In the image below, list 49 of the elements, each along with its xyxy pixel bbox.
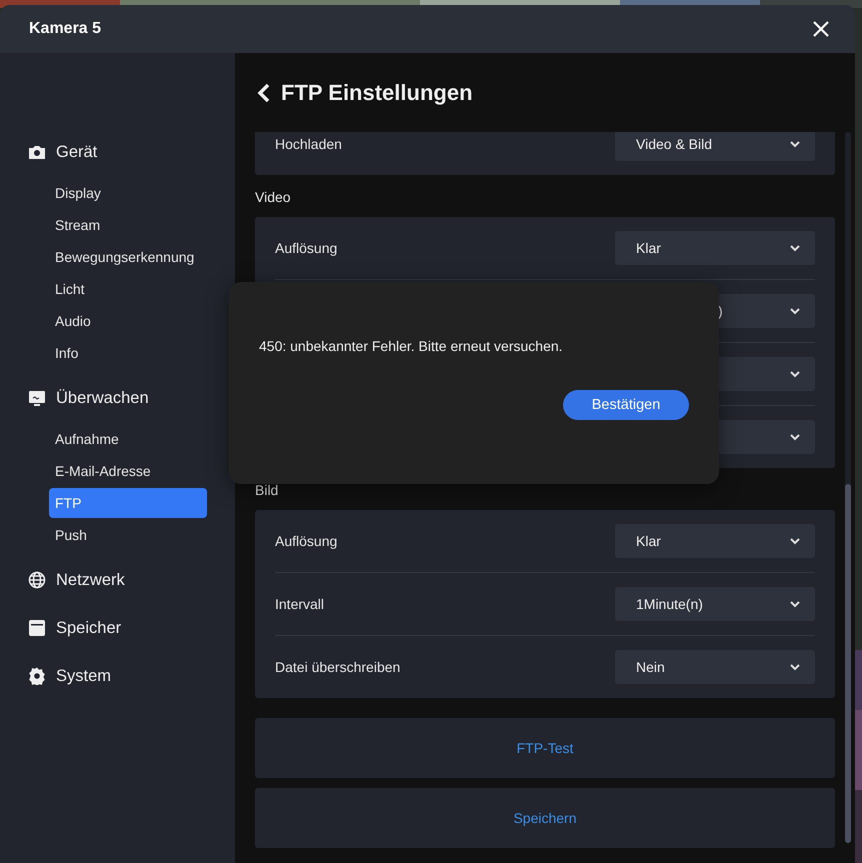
scrollbar[interactable] [845, 132, 851, 843]
chevron-down-icon [789, 244, 801, 252]
sidebar-item[interactable]: Stream [49, 210, 207, 240]
page-title: FTP Einstellungen [281, 80, 473, 106]
setting-label: Auflösung [275, 240, 338, 256]
back-icon[interactable] [257, 82, 271, 102]
action-button[interactable]: Speichern [255, 788, 835, 848]
confirm-button[interactable]: Bestätigen [563, 390, 689, 420]
sidebar-item[interactable]: E-Mail-Adresse [49, 456, 207, 486]
chevron-down-icon [789, 307, 801, 315]
dropdown[interactable]: Klar [615, 524, 815, 558]
globe-icon [28, 571, 46, 589]
sidebar-group[interactable]: Netzwerk [56, 570, 125, 590]
sidebar-group[interactable]: System [56, 666, 112, 686]
sidebar-group[interactable]: Überwachen [56, 388, 149, 408]
error-message: 450: unbekannter Fehler. Bitte erneut versuchen. [259, 338, 564, 354]
sidebar-item[interactable]: Push [49, 520, 207, 550]
storage-icon [28, 619, 46, 637]
setting-label: Auflösung [275, 533, 338, 549]
sidebar-item[interactable]: FTP [49, 488, 207, 518]
chevron-down-icon [789, 537, 801, 545]
settings-icon [28, 667, 46, 685]
sidebar-group[interactable]: Speicher [56, 618, 122, 638]
action-button[interactable]: FTP-Test [255, 718, 835, 778]
dropdown[interactable]: Video & Bild [615, 132, 815, 161]
camera-icon [28, 143, 46, 161]
section-heading: Bild [255, 482, 278, 498]
chevron-down-icon [789, 663, 801, 671]
dropdown[interactable]: 1Minute(n) [615, 587, 815, 621]
sidebar-group[interactable]: Gerät [56, 142, 98, 162]
sidebar-item[interactable]: Licht [49, 274, 207, 304]
chevron-down-icon [789, 370, 801, 378]
sidebar-item[interactable]: Aufnahme [49, 424, 207, 454]
setting-label: Datei überschreiben [275, 659, 400, 675]
chevron-down-icon [789, 433, 801, 441]
sidebar-item[interactable]: Info [49, 338, 207, 368]
dropdown[interactable]: Klar [615, 231, 815, 265]
setting-label: Intervall [275, 596, 324, 612]
monitor-icon [28, 389, 46, 407]
dropdown[interactable]: Nein [615, 650, 815, 684]
sidebar-item[interactable]: Audio [49, 306, 207, 336]
sidebar-item[interactable]: Bewegungserkennung [49, 242, 207, 272]
chevron-down-icon [789, 600, 801, 608]
sidebar-item[interactable]: Display [49, 178, 207, 208]
window-title: Kamera 5 [29, 20, 102, 38]
chevron-down-icon [789, 140, 801, 148]
section-heading: Video [255, 189, 291, 205]
close-button[interactable] [811, 19, 831, 39]
setting-label: Hochladen [275, 136, 342, 152]
